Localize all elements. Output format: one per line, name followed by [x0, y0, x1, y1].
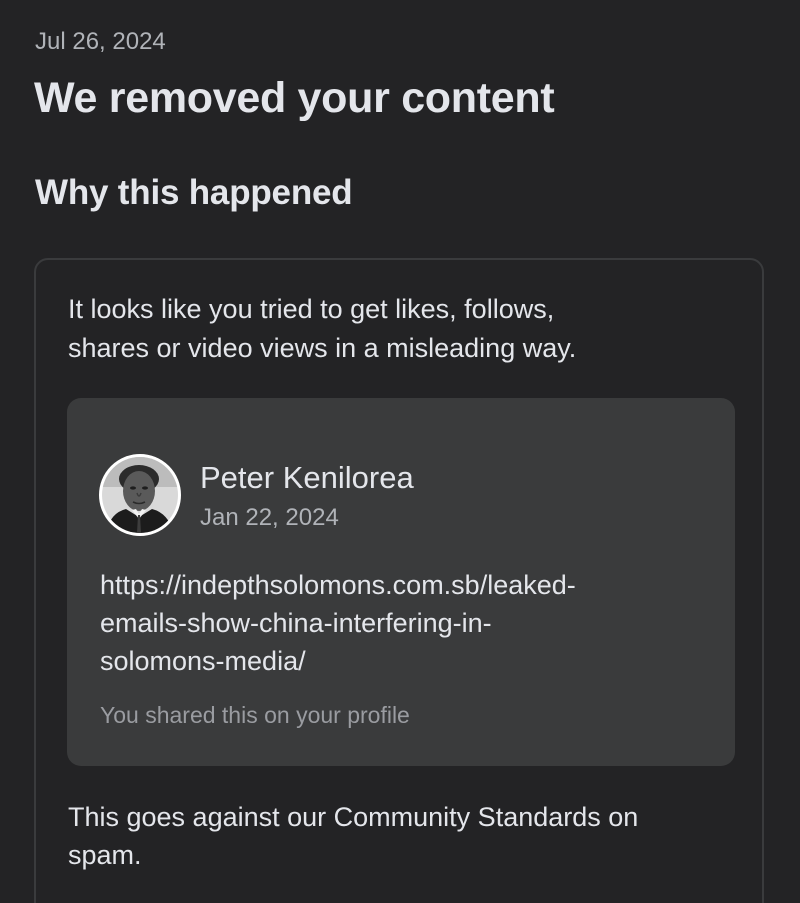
post-link-line: emails-show-china-interfering-in- — [100, 608, 492, 638]
notification-page: Jul 26, 2024 We removed your content Why… — [0, 0, 800, 903]
reason-card: It looks like you tried to get likes, fo… — [34, 258, 764, 903]
policy-text-line: This goes against our Community Standard… — [68, 802, 639, 832]
post-author-name[interactable]: Peter Kenilorea — [200, 458, 414, 498]
post-link-line: https://indepthsolomons.com.sb/leaked- — [100, 570, 576, 600]
post-preview-card[interactable]: Peter Kenilorea Jan 22, 2024 https://ind… — [67, 398, 735, 766]
post-link[interactable]: https://indepthsolomons.com.sb/leaked- e… — [100, 566, 700, 680]
avatar[interactable] — [99, 454, 181, 536]
reason-text-line: shares or video views in a misleading wa… — [68, 333, 577, 363]
reason-text-line: It looks like you tried to get likes, fo… — [68, 294, 555, 324]
reason-text: It looks like you tried to get likes, fo… — [68, 290, 708, 368]
page-title: We removed your content — [34, 74, 555, 122]
post-link-line: solomons-media/ — [100, 646, 306, 676]
policy-text-line: spam. — [68, 840, 142, 870]
notice-date: Jul 26, 2024 — [35, 28, 166, 55]
section-heading: Why this happened — [35, 173, 353, 212]
shared-note: You shared this on your profile — [100, 702, 410, 728]
policy-text: This goes against our Community Standard… — [68, 798, 748, 874]
profile-photo-icon — [102, 457, 178, 533]
post-date: Jan 22, 2024 — [200, 504, 339, 531]
